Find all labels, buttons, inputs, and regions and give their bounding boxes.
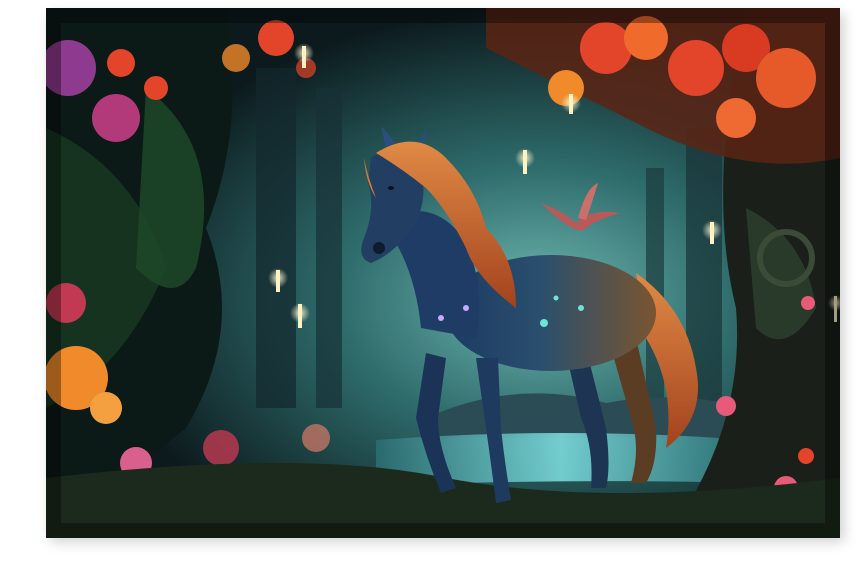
product-stage — [0, 0, 861, 585]
painting — [46, 8, 840, 538]
canvas-print — [46, 8, 840, 538]
